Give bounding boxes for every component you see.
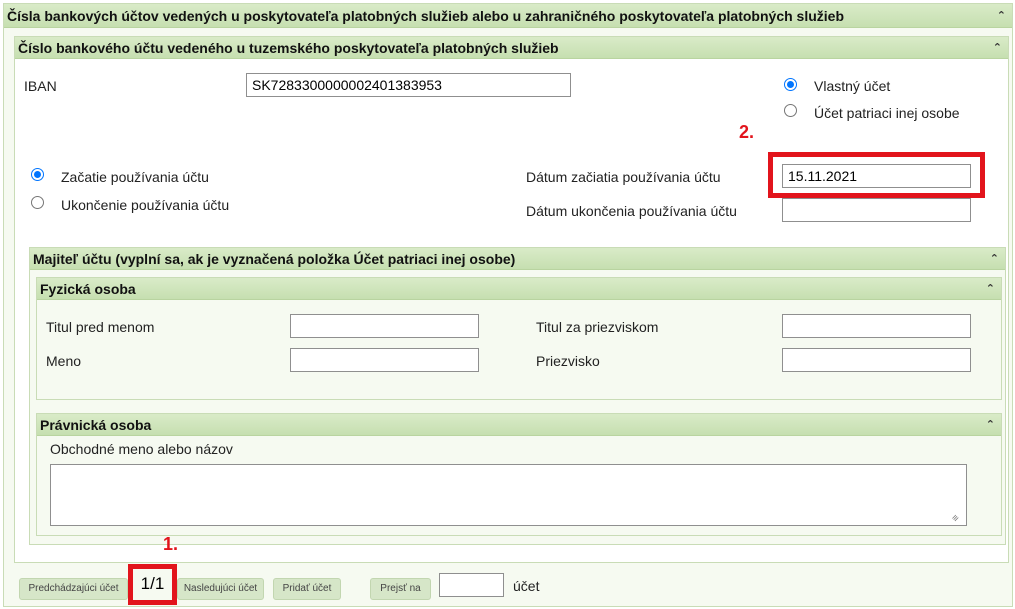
collapse-icon[interactable]: ⌃ (986, 414, 995, 435)
own-account-radio[interactable] (784, 78, 797, 91)
legal-person-header[interactable]: Právnická osoba ⌃ (37, 414, 1001, 436)
natural-person-title: Fyzická osoba (40, 281, 136, 297)
main-panel-title: Čísla bankových účtov vedených u poskyto… (7, 8, 844, 24)
title-after-label: Titul za priezviskom (536, 319, 659, 335)
title-before-label: Titul pred menom (46, 319, 155, 335)
owner-panel-header[interactable]: Majiteľ účtu (vyplní sa, ak je vyznačená… (30, 248, 1005, 270)
end-usage-radio[interactable] (31, 196, 44, 209)
collapse-icon[interactable]: ⌃ (993, 37, 1002, 58)
goto-account-input[interactable] (439, 573, 504, 597)
iban-label: IBAN (24, 78, 57, 94)
collapse-icon[interactable]: ⌃ (990, 248, 999, 269)
end-date-input[interactable] (782, 198, 971, 222)
account-suffix-label: účet (513, 578, 540, 594)
first-name-input[interactable] (290, 348, 479, 372)
iban-input[interactable]: SK7283300000002401383953 (246, 73, 571, 97)
start-usage-label: Začatie používania účtu (61, 169, 209, 185)
legal-person-title: Právnická osoba (40, 417, 152, 433)
account-panel-title: Číslo bankového účtu vedeného u tuzemské… (18, 40, 559, 56)
own-account-label: Vlastný účet (814, 78, 891, 94)
last-name-label: Priezvisko (536, 353, 600, 369)
previous-account-button[interactable]: Predchádzajúci účet (19, 578, 128, 600)
account-panel-header[interactable]: Číslo bankového účtu vedeného u tuzemské… (15, 37, 1008, 59)
other-account-radio[interactable] (784, 104, 797, 117)
goto-button[interactable]: Prejsť na (370, 578, 431, 600)
business-name-textarea[interactable] (50, 464, 967, 526)
last-name-input[interactable] (782, 348, 971, 372)
end-usage-label: Ukončenie používania účtu (61, 197, 230, 213)
account-counter: 1/1 (140, 574, 165, 593)
title-after-input[interactable] (782, 314, 971, 338)
end-date-label: Dátum ukončenia používania účtu (526, 203, 737, 219)
natural-person-header[interactable]: Fyzická osoba ⌃ (37, 278, 1001, 300)
step-2-annotation: 2. (739, 122, 755, 142)
step-1-annotation: 1. (163, 534, 179, 554)
other-account-label: Účet patriaci inej osobe (814, 105, 960, 121)
natural-person-panel: Fyzická osoba ⌃ (36, 277, 1002, 400)
collapse-icon[interactable]: ⌃ (997, 4, 1006, 27)
business-name-label: Obchodné meno alebo názov (50, 441, 233, 457)
next-account-button[interactable]: Nasledujúci účet (177, 578, 264, 600)
add-account-button[interactable]: Pridať účet (273, 578, 341, 600)
title-before-input[interactable] (290, 314, 479, 338)
start-usage-radio[interactable] (31, 168, 44, 181)
main-panel-header[interactable]: Čísla bankových účtov vedených u poskyto… (4, 4, 1012, 28)
first-name-label: Meno (46, 353, 82, 369)
owner-panel-title: Majiteľ účtu (vyplní sa, ak je vyznačená… (33, 251, 516, 267)
collapse-icon[interactable]: ⌃ (986, 278, 995, 299)
start-date-input[interactable]: 15.11.2021 (782, 164, 971, 188)
start-date-label: Dátum začiatia používania účtu (526, 169, 721, 185)
